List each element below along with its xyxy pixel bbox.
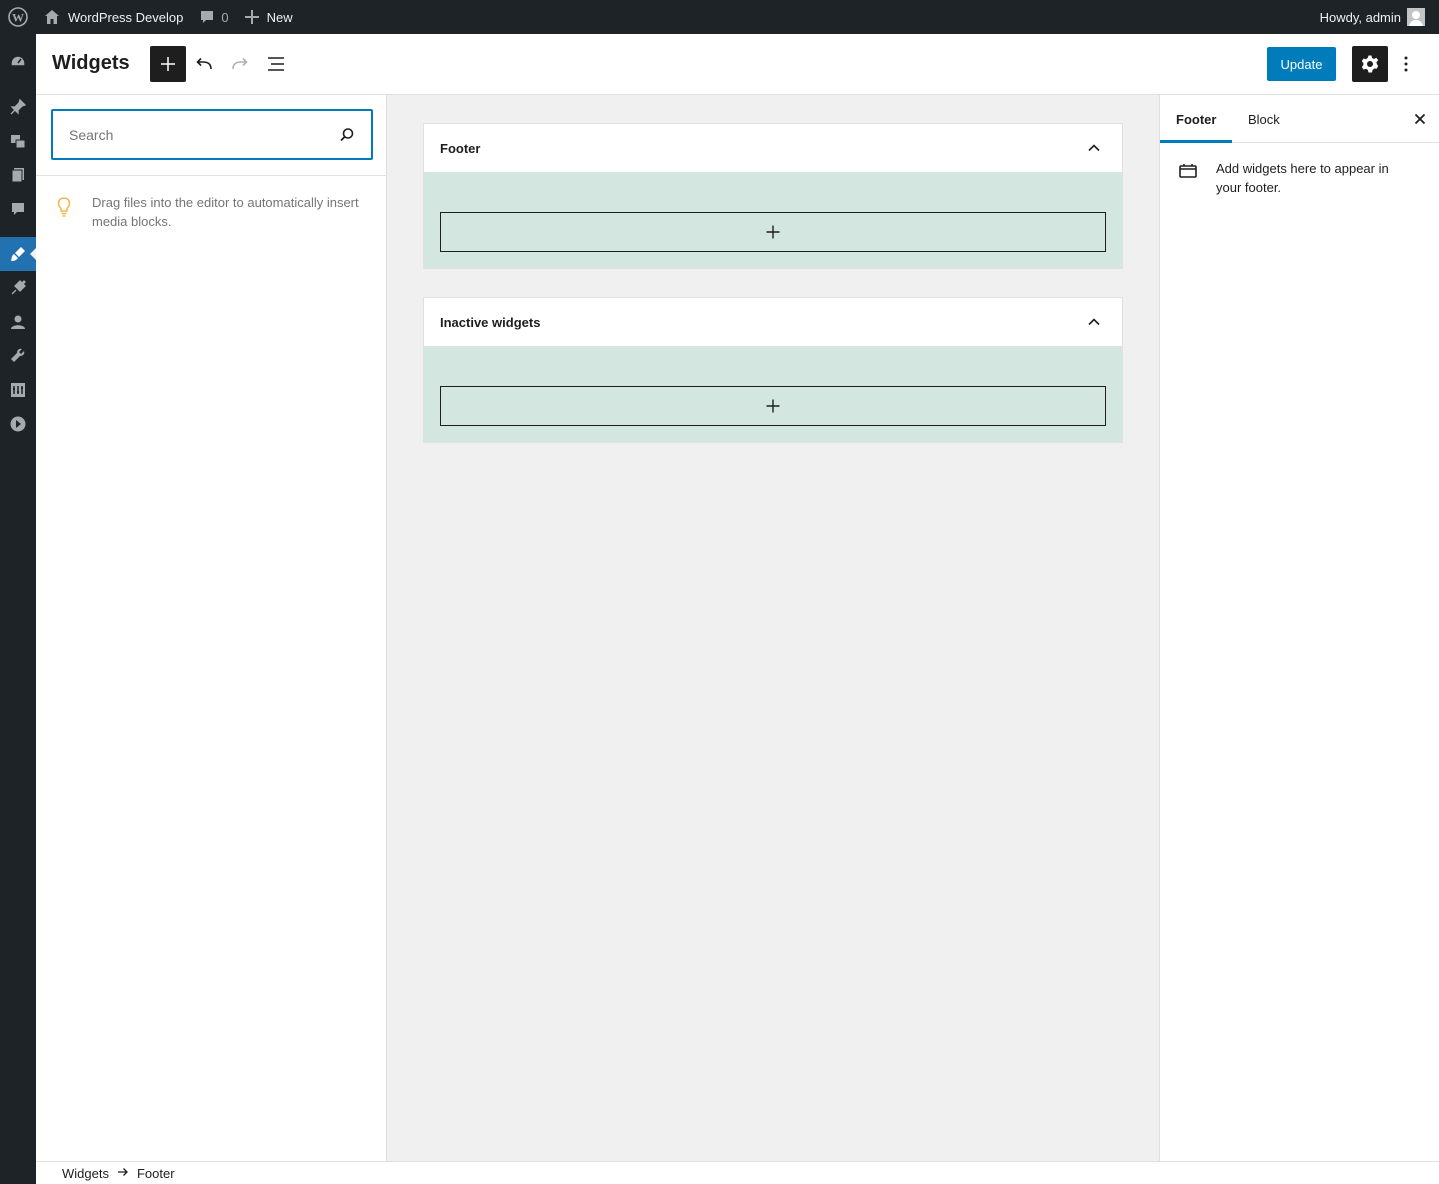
- more-vertical-icon: [1396, 54, 1416, 74]
- add-block-appender[interactable]: [440, 386, 1106, 426]
- widget-area-header[interactable]: Inactive widgets: [424, 298, 1122, 346]
- add-block-appender[interactable]: [440, 212, 1106, 252]
- chevron-up-icon[interactable]: [1082, 310, 1106, 334]
- widgets-canvas: Footer Inactive widgets: [387, 95, 1159, 1161]
- tab-block[interactable]: Block: [1232, 95, 1296, 143]
- users-icon[interactable]: [0, 305, 36, 339]
- widget-area-icon: [1176, 159, 1200, 183]
- admin-bar: W WordPress Develop 0 New Howdy, admin: [0, 0, 1439, 34]
- comments-icon[interactable]: [0, 192, 36, 226]
- search-icon[interactable]: [337, 125, 357, 145]
- add-block-button[interactable]: [150, 46, 186, 82]
- widget-area-description: Add widgets here to appear in your foote…: [1216, 161, 1389, 195]
- collapse-menu-icon[interactable]: [0, 407, 36, 441]
- tools-icon[interactable]: [0, 339, 36, 373]
- widget-area-title: Footer: [440, 140, 481, 156]
- posts-icon[interactable]: [0, 90, 36, 124]
- site-name-link[interactable]: WordPress Develop: [36, 0, 191, 34]
- media-icon[interactable]: [0, 124, 36, 158]
- pages-icon[interactable]: [0, 158, 36, 192]
- undo-button[interactable]: [186, 46, 222, 82]
- settings-icon[interactable]: [0, 373, 36, 407]
- plus-icon: [766, 399, 780, 413]
- more-options-button[interactable]: [1388, 46, 1424, 82]
- comments-link[interactable]: 0: [191, 0, 236, 34]
- widget-area-title: Inactive widgets: [440, 314, 541, 330]
- sidebar-tabs: Footer Block: [1160, 95, 1439, 143]
- plus-icon: [766, 225, 780, 239]
- widget-area-body: [424, 172, 1122, 268]
- redo-icon: [230, 54, 250, 74]
- tip-text: Drag files into the editor to automatica…: [92, 195, 359, 229]
- redo-button[interactable]: [222, 46, 258, 82]
- widget-area-info: Add widgets here to appear in your foote…: [1176, 159, 1424, 197]
- avatar: [1407, 8, 1425, 26]
- plugins-icon[interactable]: [0, 271, 36, 305]
- dashboard-icon[interactable]: [0, 45, 36, 79]
- gear-icon: [1360, 54, 1380, 74]
- comment-icon: [199, 9, 215, 25]
- breadcrumb-item-footer[interactable]: Footer: [137, 1166, 175, 1181]
- site-name: WordPress Develop: [68, 9, 184, 25]
- widget-area-header[interactable]: Footer: [424, 124, 1122, 172]
- widget-area-inactive: Inactive widgets: [423, 297, 1123, 443]
- page-title: Widgets: [52, 52, 130, 74]
- widget-area-footer: Footer: [423, 123, 1123, 269]
- settings-button[interactable]: [1352, 46, 1388, 82]
- tab-footer[interactable]: Footer: [1160, 95, 1233, 143]
- account-menu[interactable]: Howdy, admin: [1312, 0, 1433, 34]
- breadcrumb: Widgets Footer: [36, 1161, 1439, 1184]
- block-inserter-panel: Drag files into the editor to automatica…: [36, 95, 387, 1161]
- arrow-right-icon: [117, 1166, 129, 1181]
- search-box: [51, 109, 373, 160]
- close-icon[interactable]: [1408, 107, 1432, 131]
- update-button[interactable]: Update: [1267, 47, 1336, 81]
- lightbulb-icon: [52, 195, 76, 219]
- wordpress-logo-icon[interactable]: W: [0, 0, 36, 34]
- widget-area-body: [424, 346, 1122, 442]
- comments-count: 0: [221, 9, 229, 25]
- search-input[interactable]: [53, 111, 323, 158]
- new-label: New: [266, 9, 293, 25]
- appearance-icon[interactable]: [0, 237, 36, 271]
- editor-header: Widgets Update: [36, 34, 1439, 95]
- plus-icon: [244, 10, 259, 24]
- svg-text:W: W: [12, 11, 24, 25]
- new-content-link[interactable]: New: [237, 0, 301, 34]
- undo-icon: [194, 54, 214, 74]
- list-view-icon: [266, 54, 286, 74]
- chevron-up-icon[interactable]: [1082, 136, 1106, 160]
- plus-icon: [160, 56, 176, 72]
- divider: [36, 175, 386, 176]
- home-icon: [44, 9, 60, 25]
- inserter-tip: Drag files into the editor to automatica…: [52, 193, 372, 231]
- settings-sidebar: Footer Block Add widgets here to appear …: [1159, 95, 1439, 1161]
- greeting: Howdy, admin: [1319, 9, 1401, 25]
- list-view-button[interactable]: [258, 46, 294, 82]
- breadcrumb-item-widgets[interactable]: Widgets: [62, 1166, 109, 1181]
- admin-menu: [0, 34, 36, 1184]
